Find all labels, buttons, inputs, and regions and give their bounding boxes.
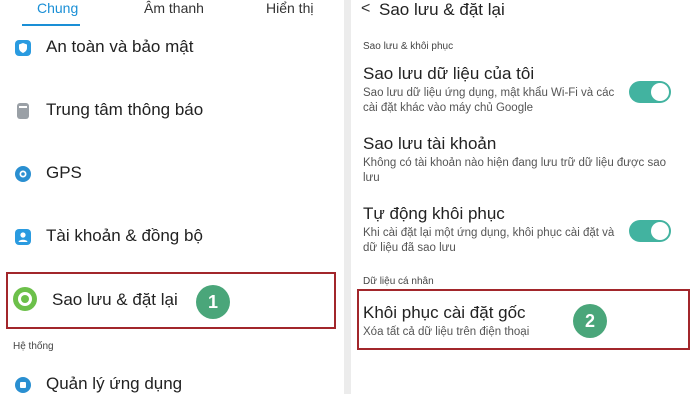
notification-icon <box>14 102 32 120</box>
account-icon <box>14 228 32 246</box>
setting-label: Trung tâm thông báo <box>46 100 204 119</box>
setting-accounts-sync[interactable]: Tài khoản & đồng bộ <box>0 213 344 263</box>
shield-icon <box>14 39 32 57</box>
section-header-system: Hệ thống <box>13 341 54 352</box>
location-icon <box>14 165 32 183</box>
toggle-knob <box>651 222 669 240</box>
tab-display[interactable]: Hiển thị <box>266 0 313 16</box>
setting-title: Sao lưu tài khoản <box>363 134 497 153</box>
settings-list-panel: Chung Âm thanh Hiển thị An toàn và bảo m… <box>0 0 344 394</box>
highlight-box-step-2 <box>357 289 690 350</box>
section-header-personal-data: Dữ liệu cá nhân <box>363 276 434 287</box>
setting-label: GPS <box>46 163 82 182</box>
section-header-backup: Sao lưu & khôi phục <box>363 41 454 52</box>
backup-reset-panel: < Sao lưu & đặt lại Sao lưu & khôi phục … <box>351 0 700 394</box>
setting-description: Khi cài đặt lại một ứng dụng, khôi phục … <box>363 227 615 254</box>
setting-description: Sao lưu dữ liệu ứng dụng, mật khẩu Wi-Fi… <box>363 87 615 114</box>
toggle-knob <box>651 83 669 101</box>
panel-divider <box>344 0 351 394</box>
page-title: Sao lưu & đặt lại <box>379 0 505 19</box>
highlight-box-step-1 <box>6 272 336 329</box>
setting-backup-account[interactable]: Sao lưu tài khoản Không có tài khoản nào… <box>363 134 693 186</box>
top-bar: < Sao lưu & đặt lại <box>351 0 700 26</box>
setting-security[interactable]: An toàn và bảo mật <box>0 24 344 74</box>
tab-sound[interactable]: Âm thanh <box>144 0 204 16</box>
tab-general[interactable]: Chung <box>37 0 78 16</box>
setting-label: Quản lý ứng dụng <box>46 374 183 393</box>
setting-label: An toàn và bảo mật <box>46 37 194 56</box>
setting-description: Không có tài khoản nào hiện đang lưu trữ… <box>363 157 667 184</box>
step-badge-2: 2 <box>573 304 607 338</box>
auto-restore-toggle[interactable] <box>629 220 671 242</box>
back-icon[interactable]: < <box>361 0 370 18</box>
backup-data-toggle[interactable] <box>629 81 671 103</box>
setting-gps[interactable]: GPS <box>0 150 344 200</box>
setting-app-manager[interactable]: Quản lý ứng dụng <box>0 361 344 394</box>
step-badge-1: 1 <box>196 285 230 319</box>
setting-label: Tài khoản & đồng bộ <box>46 226 203 245</box>
tab-bar: Chung Âm thanh Hiển thị <box>0 0 344 26</box>
apps-icon <box>14 376 32 394</box>
setting-notification-center[interactable]: Trung tâm thông báo <box>0 87 344 137</box>
